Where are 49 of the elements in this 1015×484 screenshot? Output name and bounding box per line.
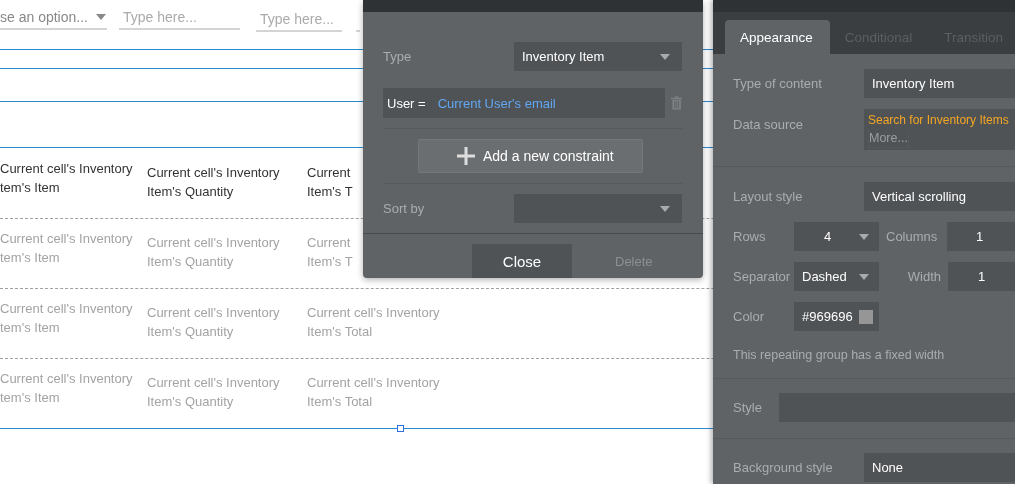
table-cell-text: Current cell's Inventory Item's Quantity xyxy=(147,164,281,201)
field-label: Layout style xyxy=(733,189,804,204)
caret-icon xyxy=(859,273,869,280)
sort-label: Sort by xyxy=(383,201,426,216)
type-dropdown[interactable]: Inventory Item xyxy=(514,42,682,71)
table-cell-text: Current cell's Inventory Item's Quantity xyxy=(147,374,281,411)
tab[interactable]: Appearance xyxy=(725,20,830,54)
background-style-dropdown[interactable]: None xyxy=(864,453,1015,482)
table-cell-text: Current cell's Inventory tem's Item xyxy=(0,300,134,337)
field-label: Width xyxy=(906,269,942,284)
table-cell-text: Current cell's Inventory Item's Total xyxy=(307,374,440,411)
data-source-field[interactable]: Search for Inventory Items More... xyxy=(864,109,1015,150)
sort-dropdown[interactable] xyxy=(514,194,682,223)
close-button[interactable]: Close xyxy=(472,244,572,278)
field-label: Columns xyxy=(886,229,939,244)
constraint-field[interactable]: User = Current User's email xyxy=(383,88,665,118)
field-label: Color xyxy=(733,309,766,324)
resize-handle[interactable] xyxy=(397,425,404,432)
field-label: Rows xyxy=(733,229,767,244)
content-type-dropdown[interactable]: Inventory Item xyxy=(864,69,1015,98)
color-field[interactable]: #969696 xyxy=(794,302,879,331)
table-cell-text: Current Item's T xyxy=(307,164,353,201)
table-cell-text: Current cell's Inventory tem's Item xyxy=(0,370,134,407)
field-label: Style xyxy=(733,400,763,415)
color-swatch[interactable] xyxy=(859,309,873,324)
separator-dropdown[interactable]: Dashed xyxy=(794,262,879,291)
add-constraint-button[interactable]: Add a new constraint xyxy=(418,139,643,173)
layout-style-dropdown[interactable]: Vertical scrolling xyxy=(864,182,1015,211)
columns-dropdown[interactable]: 1 xyxy=(947,222,1015,251)
table-cell-text: Current cell's Inventory tem's Item xyxy=(0,160,134,197)
field-label: Background style xyxy=(733,460,834,475)
field-label: Data source xyxy=(733,117,805,132)
note-text: This repeating group has a fixed width xyxy=(733,348,946,362)
trash-icon[interactable] xyxy=(670,96,682,110)
table-cell-text: Current cell's Inventory Item's Quantity xyxy=(147,234,281,271)
caret-icon xyxy=(859,233,869,240)
caret-icon xyxy=(660,205,670,212)
table-cell-text: Current cell's Inventory tem's Item xyxy=(0,230,134,267)
field-label: Type of content xyxy=(733,76,823,91)
caret-icon xyxy=(660,53,670,60)
type-label: Type xyxy=(383,49,413,64)
plus-icon xyxy=(457,147,475,165)
rows-dropdown[interactable]: 4 xyxy=(794,222,879,251)
caret-icon xyxy=(95,13,106,20)
table-cell-text: Current cell's Inventory Item's Quantity xyxy=(147,304,281,341)
field-label: Separator xyxy=(733,269,792,284)
table-cell-text: Current Item's T xyxy=(307,234,353,271)
width-dropdown[interactable]: 1 xyxy=(948,262,1015,291)
table-cell-text: Current cell's Inventory Item's Total xyxy=(307,304,440,341)
